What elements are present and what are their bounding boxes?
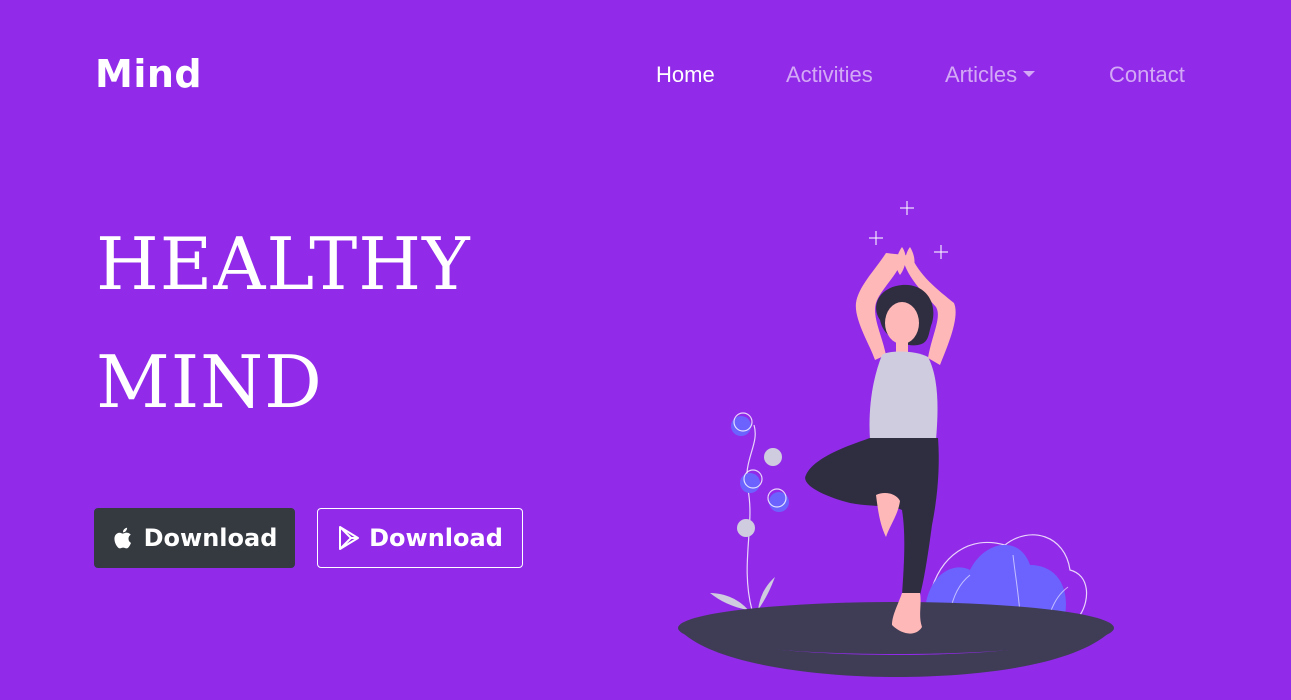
apple-download-label: Download bbox=[143, 524, 278, 552]
nav-item-contact[interactable]: Contact bbox=[1109, 58, 1185, 92]
nav-item-articles[interactable]: Articles bbox=[945, 58, 1036, 92]
nav-item-activities[interactable]: Activities bbox=[786, 58, 873, 92]
apple-download-button[interactable]: Download bbox=[94, 508, 295, 568]
play-store-download-label: Download bbox=[369, 524, 503, 552]
main-nav: Home Activities Articles Contact bbox=[0, 58, 1291, 92]
yoga-woman-illustration bbox=[678, 201, 1114, 677]
play-store-download-button[interactable]: Download bbox=[317, 508, 523, 568]
hero-title-line-2: MIND bbox=[96, 340, 323, 424]
yoga-woman bbox=[805, 247, 956, 634]
caret-down-icon bbox=[1023, 71, 1036, 78]
play-store-icon bbox=[339, 526, 360, 550]
plant-icon bbox=[710, 412, 789, 611]
hero-title-line-1: HEALTHY bbox=[96, 222, 471, 306]
nav-item-articles-label: Articles bbox=[945, 62, 1018, 87]
apple-icon bbox=[114, 527, 131, 549]
nav-item-home[interactable]: Home bbox=[656, 58, 715, 92]
